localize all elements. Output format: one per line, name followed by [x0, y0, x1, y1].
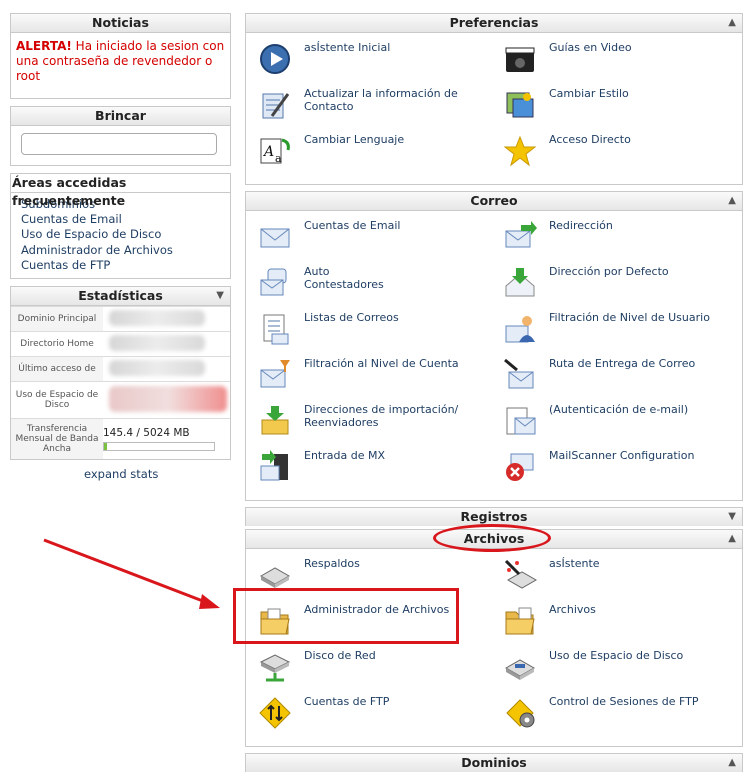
annotation-arrow-icon	[43, 538, 220, 609]
